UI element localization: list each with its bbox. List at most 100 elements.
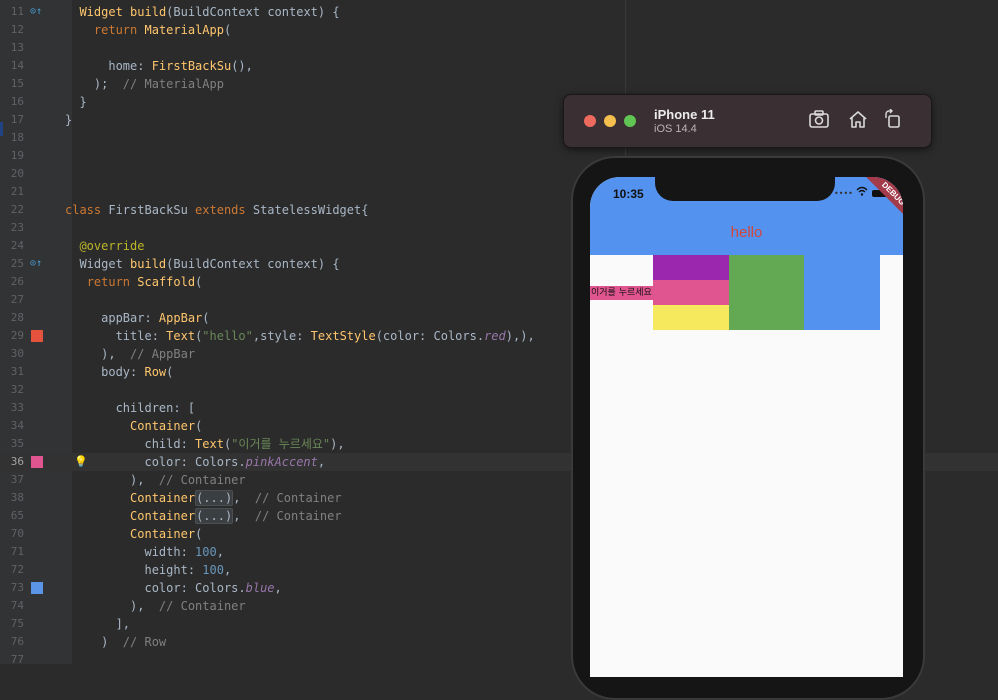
rotate-icon[interactable] <box>881 108 905 133</box>
debug-banner: DEBUG <box>863 177 903 224</box>
close-window-button[interactable] <box>584 115 596 127</box>
line-number: 11 <box>10 5 24 18</box>
line-number: 18 <box>10 131 24 144</box>
code-text: ) // Row <box>65 635 167 649</box>
app-bar: 10:35 •••• DEBUG hello <box>590 177 903 255</box>
code-text: body: Row( <box>65 365 174 379</box>
purple-box <box>652 255 729 280</box>
override-marker-icon[interactable]: ⊙↑ <box>30 255 42 273</box>
code-text: child: Text("이거를 누르세요"), <box>65 437 345 451</box>
app-screen[interactable]: 10:35 •••• DEBUG hello 이거를 누르세요 <box>590 177 903 677</box>
wifi-icon <box>856 186 872 199</box>
line-number: 20 <box>10 167 24 180</box>
code-line[interactable]: 15 ); // MaterialApp <box>0 75 998 93</box>
appbar-title: hello <box>730 224 763 241</box>
line-number: 28 <box>10 311 24 324</box>
code-text: children: [ <box>65 401 196 415</box>
minimize-window-button[interactable] <box>604 115 616 127</box>
line-number: 34 <box>10 419 24 432</box>
line-number: 76 <box>10 635 24 648</box>
simulator-toolbar[interactable]: iPhone 11 iOS 14.4 <box>563 94 932 148</box>
line-number: 30 <box>10 347 24 360</box>
line-number: 25 <box>10 257 24 270</box>
code-line[interactable]: 14 home: FirstBackSu(), <box>0 57 998 75</box>
line-number: 29 <box>10 329 24 342</box>
pink-container[interactable]: 이거를 누르세요 <box>590 285 653 300</box>
line-number: 71 <box>10 545 24 558</box>
line-number: 14 <box>10 59 24 72</box>
signal-icon: •••• <box>834 189 853 198</box>
code-text: ), // Container <box>65 473 246 487</box>
code-text: title: Text("hello",style: TextStyle(col… <box>65 329 535 343</box>
code-text: ], <box>65 617 131 631</box>
code-text: Container( <box>130 527 203 541</box>
line-number: 12 <box>10 23 24 36</box>
line-number: 15 <box>10 77 24 90</box>
yellow-box <box>652 305 729 330</box>
code-line[interactable]: 13 <box>0 39 998 57</box>
os-version: iOS 14.4 <box>654 123 697 135</box>
line-number: 16 <box>10 95 24 108</box>
line-number: 21 <box>10 185 24 198</box>
code-line[interactable]: 12 return MaterialApp( <box>0 21 998 39</box>
code-text: ); // MaterialApp <box>65 77 224 91</box>
screenshot-icon[interactable] <box>807 109 831 133</box>
code-text: home: FirstBackSu(), <box>65 59 253 73</box>
blue-container <box>803 255 880 330</box>
code-text: } <box>65 113 73 127</box>
line-number: 32 <box>10 383 24 396</box>
status-time: 10:35 <box>613 187 644 201</box>
line-number: 27 <box>10 293 24 306</box>
code-line[interactable]: 11 Widget build(BuildContext context) { ⊙… <box>0 3 998 21</box>
notch <box>655 177 835 201</box>
lightbulb-icon[interactable]: 💡 <box>74 453 88 471</box>
line-number: 77 <box>10 653 24 666</box>
code-text: appBar: AppBar( <box>65 311 210 325</box>
code-text: Widget build(BuildContext context) { <box>79 5 340 19</box>
line-number: 26 <box>10 275 24 288</box>
line-number: 65 <box>10 509 24 522</box>
line-number: 38 <box>10 491 24 504</box>
code-text: ), // AppBar <box>65 347 196 361</box>
code-text: return Scaffold( <box>86 275 203 289</box>
code-text: Container(...), // Container <box>130 508 342 524</box>
home-icon[interactable] <box>846 109 870 133</box>
line-number: 74 <box>10 599 24 612</box>
code-text: Widget build(BuildContext context) { <box>65 257 340 271</box>
code-text: Container( <box>130 419 203 433</box>
color-swatch-icon[interactable] <box>31 582 43 594</box>
line-number: 70 <box>10 527 24 540</box>
color-column <box>652 255 729 330</box>
pink-box <box>652 280 729 305</box>
code-text: @override <box>79 239 145 253</box>
line-number: 22 <box>10 203 24 216</box>
code-text: color: Colors.blue, <box>65 581 282 595</box>
green-container <box>728 255 804 330</box>
color-swatch-icon[interactable] <box>31 330 43 342</box>
code-text: class FirstBackSu extends StatelessWidge… <box>65 203 369 217</box>
line-number: 37 <box>10 473 24 486</box>
code-text: height: 100, <box>65 563 232 577</box>
code-text: color: Colors.pinkAccent, <box>65 455 326 469</box>
code-text: return MaterialApp( <box>93 23 232 37</box>
line-number: 72 <box>10 563 24 576</box>
body-row: 이거를 누르세요 <box>590 255 880 330</box>
line-number: 31 <box>10 365 24 378</box>
line-number: 17 <box>10 113 24 126</box>
code-text: Container(...), // Container <box>130 490 342 506</box>
override-marker-icon[interactable]: ⊙↑ <box>30 3 42 21</box>
zoom-window-button[interactable] <box>624 115 636 127</box>
line-number: 19 <box>10 149 24 162</box>
line-number: 13 <box>10 41 24 54</box>
device-name: iPhone 11 <box>654 107 715 122</box>
line-number: 33 <box>10 401 24 414</box>
line-number: 24 <box>10 239 24 252</box>
line-number: 75 <box>10 617 24 630</box>
code-text: } <box>65 95 87 109</box>
line-number: 35 <box>10 437 24 450</box>
code-text: ), // Container <box>65 599 246 613</box>
line-number: 23 <box>10 221 24 234</box>
line-number: 36 <box>10 455 24 468</box>
code-text: width: 100, <box>65 545 224 559</box>
color-swatch-icon[interactable] <box>31 456 43 468</box>
